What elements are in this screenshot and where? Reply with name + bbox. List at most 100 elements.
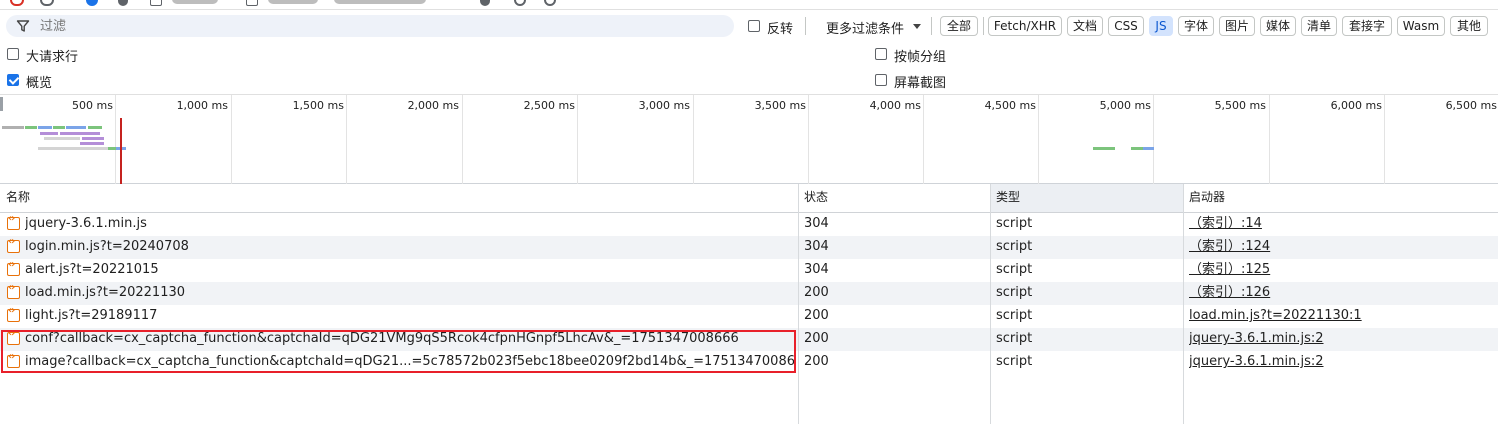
gridline (1269, 95, 1270, 184)
type-filter-socket[interactable]: 套接字 (1342, 16, 1392, 36)
type-filter-all[interactable]: 全部 (940, 16, 978, 36)
request-name[interactable]: conf?callback=cx_captcha_function&captch… (25, 328, 795, 351)
overview-request-bar (108, 147, 116, 150)
type-filter-fetch-xhr[interactable]: Fetch/XHR (988, 16, 1062, 36)
timeline-tick: 4,500 ms (984, 99, 1036, 112)
script-file-icon (7, 328, 20, 345)
timeline-tick: 1,000 ms (176, 99, 228, 112)
preserve-log-checkbox[interactable] (150, 0, 162, 6)
invert-checkbox[interactable] (748, 20, 760, 32)
script-file-icon (7, 351, 20, 368)
record-icon[interactable] (10, 0, 24, 6)
timeline-tick: 500 ms (72, 99, 113, 112)
table-row[interactable]: image?callback=cx_captcha_function&captc… (0, 351, 1498, 374)
top-toolbar-clipped (0, 0, 1498, 10)
filter-input-container[interactable] (6, 15, 734, 37)
big-request-rows-checkbox[interactable] (7, 48, 19, 60)
initiator-link[interactable]: load.min.js?t=20221130:1 (1189, 308, 1362, 323)
clear-icon[interactable] (40, 0, 54, 6)
request-name[interactable]: load.min.js?t=20221130 (25, 282, 795, 305)
timeline-tick: 6,500 ms (1445, 99, 1497, 112)
export-har-icon[interactable] (544, 0, 556, 6)
gridline (115, 95, 116, 184)
column-divider[interactable] (798, 184, 799, 424)
request-type: script (996, 354, 1033, 369)
disable-cache-label (268, 0, 318, 4)
import-har-icon[interactable] (514, 0, 526, 6)
overview-request-bar (1093, 147, 1115, 150)
type-filter-other[interactable]: 其他 (1450, 16, 1488, 36)
request-status: 304 (804, 216, 829, 231)
gridline (923, 95, 924, 184)
request-name[interactable]: alert.js?t=20221015 (25, 259, 795, 282)
type-filter-doc[interactable]: 文档 (1067, 16, 1103, 36)
group-by-frame-label: 按帧分组 (894, 50, 947, 65)
initiator-link[interactable]: jquery-3.6.1.min.js:2 (1189, 331, 1324, 346)
request-name[interactable]: login.min.js?t=20240708 (25, 236, 795, 259)
overview-request-bar (1143, 147, 1154, 150)
group-by-frame-checkbox[interactable] (875, 48, 887, 60)
chevron-down-icon (913, 24, 921, 29)
request-name[interactable]: light.js?t=29189117 (25, 305, 795, 328)
table-row[interactable]: jquery-3.6.1.min.js 304 script （索引）:14 (0, 213, 1498, 236)
type-filter-img[interactable]: 图片 (1219, 16, 1255, 36)
column-header-status[interactable]: 状态 (798, 184, 990, 212)
request-type: script (996, 262, 1033, 277)
overview-request-bar (1131, 147, 1143, 150)
filter-toggle-icon[interactable] (86, 0, 98, 6)
overview-request-bar (25, 126, 37, 129)
timeline-tick: 4,000 ms (869, 99, 921, 112)
request-name[interactable]: image?callback=cx_captcha_function&captc… (25, 351, 795, 374)
filter-input[interactable] (40, 17, 720, 35)
disable-cache-checkbox[interactable] (246, 0, 258, 6)
overview-request-bar (53, 126, 65, 129)
throttling-select[interactable] (334, 0, 426, 4)
type-filter-manifest[interactable]: 清单 (1301, 16, 1337, 36)
initiator-link[interactable]: jquery-3.6.1.min.js:2 (1189, 354, 1324, 369)
overview-left-handle[interactable] (0, 97, 3, 111)
request-initiator: jquery-3.6.1.min.js:2 (1189, 328, 1489, 351)
table-row[interactable]: light.js?t=29189117 200 script load.min.… (0, 305, 1498, 328)
search-icon[interactable] (118, 0, 128, 6)
options-row-1: 大请求行 按帧分组 (0, 41, 1498, 67)
initiator-link[interactable]: （索引）:14 (1189, 216, 1262, 231)
filter-icon (16, 20, 30, 32)
request-type: script (996, 216, 1033, 231)
column-divider[interactable] (1183, 184, 1184, 424)
initiator-link[interactable]: （索引）:125 (1189, 262, 1270, 277)
options-row-2: 概览 屏幕截图 (0, 67, 1498, 93)
type-filter-wasm[interactable]: Wasm (1397, 16, 1445, 36)
request-status: 200 (804, 285, 829, 300)
column-header-name[interactable]: 名称 (0, 184, 798, 212)
network-overview[interactable]: 500 ms 1,000 ms 1,500 ms 2,000 ms 2,500 … (0, 94, 1498, 184)
initiator-link[interactable]: （索引）:124 (1189, 239, 1270, 254)
gridline (462, 95, 463, 184)
type-filter-media[interactable]: 媒体 (1260, 16, 1296, 36)
table-row[interactable]: alert.js?t=20221015 304 script （索引）:125 (0, 259, 1498, 282)
column-header-type[interactable]: 类型 (990, 184, 1183, 212)
type-filter-css[interactable]: CSS (1108, 16, 1144, 36)
divider (931, 17, 932, 35)
overview-request-bar (2, 126, 24, 129)
type-filter-font[interactable]: 字体 (1178, 16, 1214, 36)
type-filter-js[interactable]: JS (1149, 16, 1173, 36)
script-file-icon (7, 213, 20, 230)
gridline (346, 95, 347, 184)
table-row[interactable]: conf?callback=cx_captcha_function&captch… (0, 328, 1498, 351)
invert-label: 反转 (767, 22, 794, 37)
more-filters-dropdown[interactable]: 更多过滤条件 (826, 18, 904, 37)
initiator-link[interactable]: （索引）:126 (1189, 285, 1270, 300)
screenshots-checkbox[interactable] (875, 74, 887, 86)
request-name[interactable]: jquery-3.6.1.min.js (25, 213, 795, 236)
table-row[interactable]: load.min.js?t=20221130 200 script （索引）:1… (0, 282, 1498, 305)
network-conditions-icon[interactable] (480, 0, 490, 6)
requests-table: 名称 状态 类型 启动器 jquery-3.6.1.min.js 304 scr… (0, 184, 1498, 424)
script-file-icon (7, 282, 20, 299)
column-divider[interactable] (990, 184, 991, 424)
overview-request-bar (40, 132, 58, 135)
column-header-initiator[interactable]: 启动器 (1183, 184, 1498, 212)
request-status: 304 (804, 262, 829, 277)
table-row[interactable]: login.min.js?t=20240708 304 script （索引）:… (0, 236, 1498, 259)
overview-request-bar (66, 126, 86, 129)
overview-checkbox[interactable] (7, 74, 19, 86)
